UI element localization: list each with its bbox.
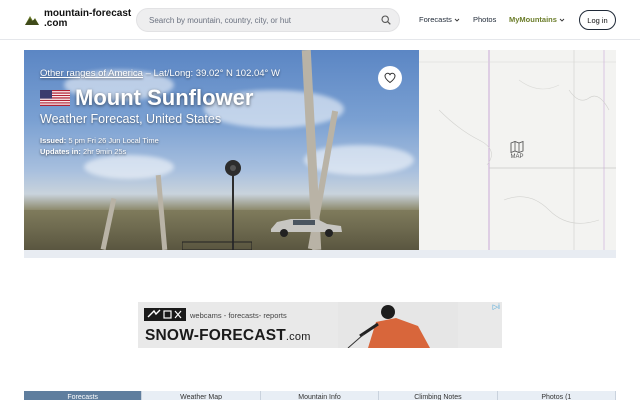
- mt-sunflower-sign: [182, 241, 252, 250]
- page-subtitle: Weather Forecast, United States: [40, 112, 222, 126]
- heart-icon: [384, 72, 396, 84]
- nav-forecasts[interactable]: Forecasts: [419, 15, 460, 24]
- logo-line-2: .com: [44, 18, 68, 29]
- tab-climbing-notes[interactable]: Climbing Notes: [379, 391, 498, 400]
- tab-mountain-info[interactable]: Mountain Info: [260, 391, 380, 400]
- ad-brand-suffix: .com: [285, 331, 311, 343]
- login-button[interactable]: Log in: [579, 10, 616, 30]
- nav-my-mountains-label: MyMountains: [509, 15, 557, 24]
- map-icon: [510, 140, 524, 154]
- mountain-logo-icon: [25, 16, 39, 25]
- search-icon[interactable]: [381, 15, 391, 25]
- hero-bottom-strip: [24, 250, 616, 258]
- search-input[interactable]: [149, 9, 369, 31]
- advertisement-banner[interactable]: webcams - forecasts- reports SNOW-FORECA…: [138, 302, 502, 348]
- favorite-button[interactable]: [378, 66, 402, 90]
- hero-location-line: Other ranges of America – Lat/Long: 39.0…: [40, 68, 280, 79]
- chevron-down-icon: [454, 18, 460, 22]
- nav-photos[interactable]: Photos: [473, 15, 496, 24]
- map-label: MAP: [510, 154, 524, 160]
- content-tabs: Forecasts Weather Map Mountain Info Clim…: [24, 391, 617, 400]
- tab-photos[interactable]: Photos (1: [497, 391, 617, 400]
- snow-forecast-logo-icon: [144, 308, 186, 321]
- ad-brand-name: SNOW-FORECAST: [145, 327, 286, 344]
- tab-forecasts[interactable]: Forecasts: [24, 391, 143, 400]
- us-flag-icon: [40, 90, 70, 106]
- other-ranges-link[interactable]: Other ranges of America: [40, 68, 143, 79]
- ad-choices-icon[interactable]: ▷ⅰ: [493, 303, 500, 311]
- updates-line: Updates in: 2hr 9min 25s: [40, 147, 126, 156]
- updates-countdown: 2hr 9min 25s: [82, 147, 127, 156]
- updates-label: Updates in:: [40, 147, 81, 156]
- hero-photo: Other ranges of America – Lat/Long: 39.0…: [24, 50, 419, 250]
- parked-car: [271, 219, 342, 237]
- nav-my-mountains[interactable]: MyMountains: [509, 15, 565, 24]
- tab-weather-map[interactable]: Weather Map: [142, 391, 261, 400]
- page-title: Mount Sunflower: [75, 85, 254, 110]
- issued-value: 5 pm Fri 26 Jun Local Time: [68, 136, 159, 145]
- search-box: [136, 8, 400, 32]
- issued-line: Issued: 5 pm Fri 26 Jun Local Time: [40, 136, 159, 145]
- mini-map[interactable]: MAP: [419, 50, 616, 250]
- chevron-down-icon: [559, 18, 565, 22]
- sunflower-sculpture: [225, 160, 241, 250]
- nav-photos-label: Photos: [473, 15, 497, 24]
- ad-brand-text: SNOW-FORECAST.com: [145, 327, 311, 345]
- ad-tagline: webcams - forecasts- reports: [190, 311, 287, 320]
- site-header: mountain-forecast .com Forecasts Photos …: [0, 0, 640, 40]
- site-logo[interactable]: mountain-forecast .com: [24, 9, 131, 29]
- lat-long-text: – Lat/Long: 39.02° N 102.04° W: [145, 68, 280, 79]
- issued-label: Issued:: [40, 136, 67, 145]
- skier-image: [338, 302, 458, 348]
- nav-forecasts-label: Forecasts: [419, 15, 452, 24]
